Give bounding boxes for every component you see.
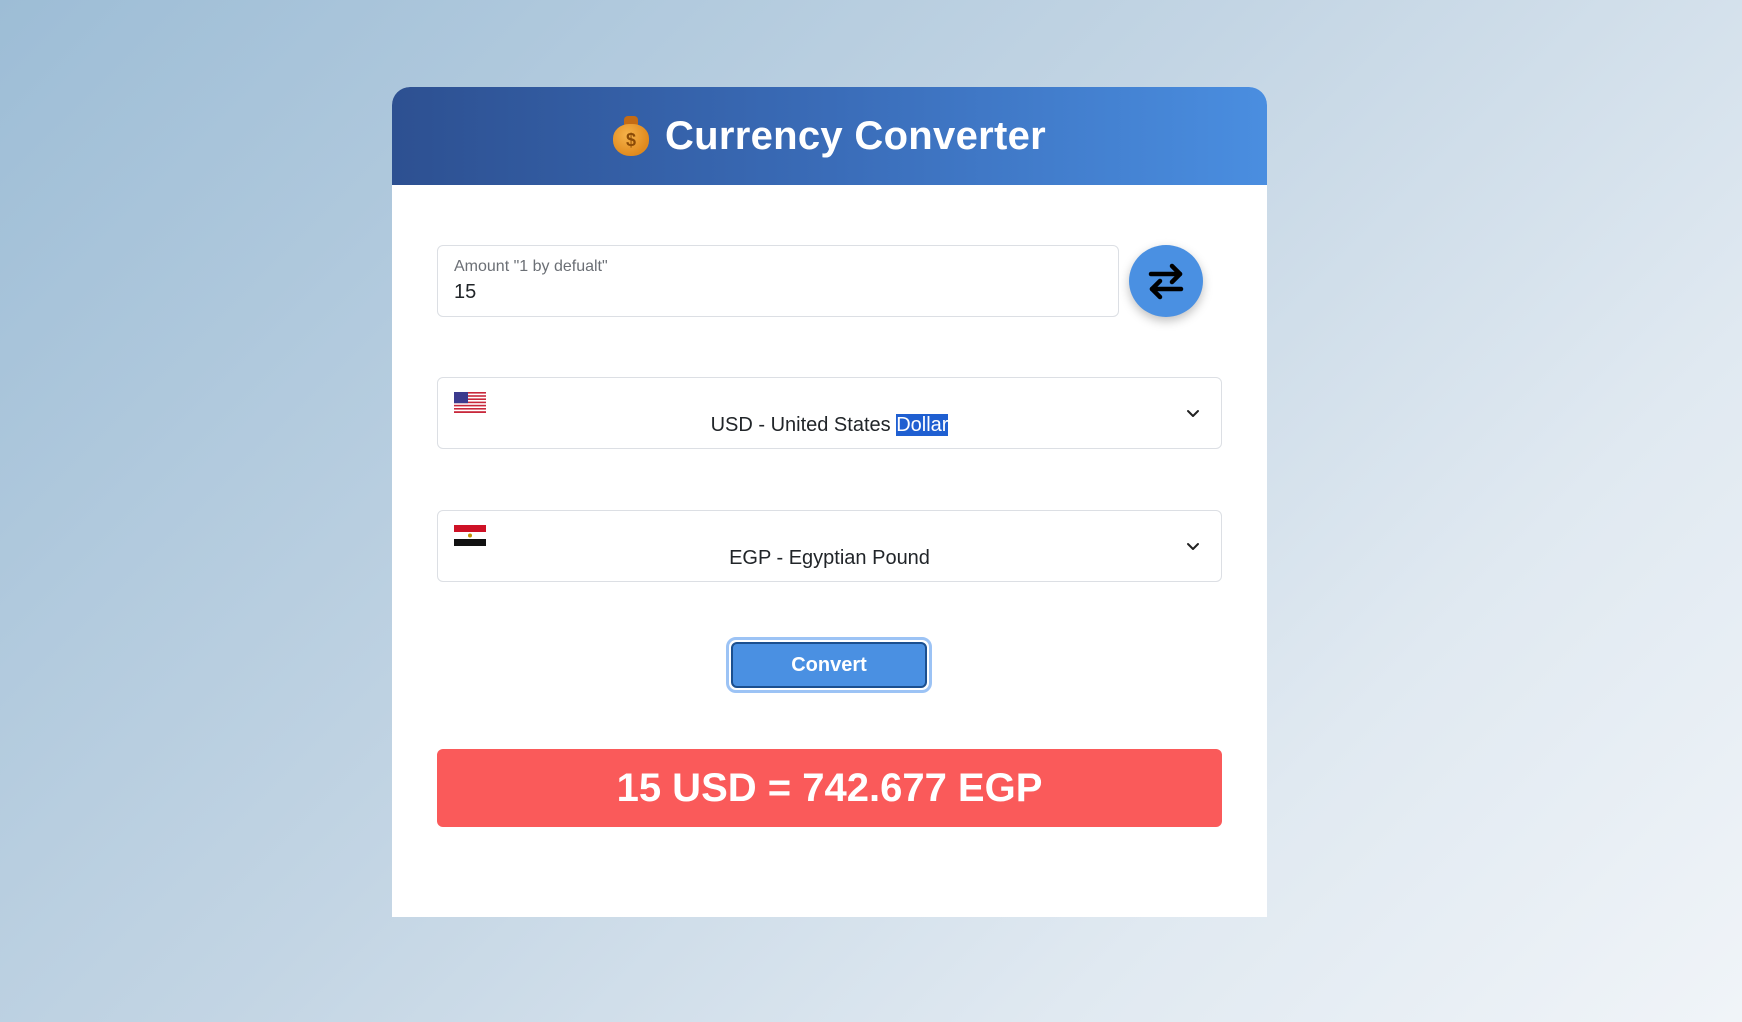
to-currency-label: EGP - Egyptian Pound	[729, 547, 930, 569]
from-currency-label: USD - United States Dollar	[710, 414, 949, 436]
conversion-result: 15 USD = 742.677 EGP	[437, 749, 1222, 827]
swap-button[interactable]	[1129, 245, 1203, 317]
us-flag-icon	[454, 392, 486, 413]
chevron-down-icon	[1187, 410, 1199, 417]
page-title: Currency Converter	[664, 113, 1047, 158]
to-currency-select[interactable]: EGP - Egyptian Pound	[437, 510, 1222, 582]
swap-arrows-icon	[1148, 263, 1184, 300]
amount-input[interactable]	[454, 281, 1102, 304]
money-bag-icon: $	[612, 116, 649, 156]
converter-card: $ Currency Converter Amount "1 by defual…	[392, 87, 1267, 917]
egypt-flag-icon	[454, 525, 486, 546]
card-header: $ Currency Converter	[392, 87, 1267, 185]
convert-button-focus-ring: Convert	[726, 637, 932, 693]
amount-field[interactable]: Amount "1 by defualt"	[437, 245, 1119, 317]
selected-text-highlight: Dollar	[896, 414, 949, 436]
from-currency-select[interactable]: USD - United States Dollar	[437, 377, 1222, 449]
convert-button[interactable]: Convert	[731, 642, 927, 688]
chevron-down-icon	[1187, 543, 1199, 550]
amount-label: Amount "1 by defualt"	[454, 258, 608, 275]
amount-row: Amount "1 by defualt"	[437, 245, 1217, 317]
